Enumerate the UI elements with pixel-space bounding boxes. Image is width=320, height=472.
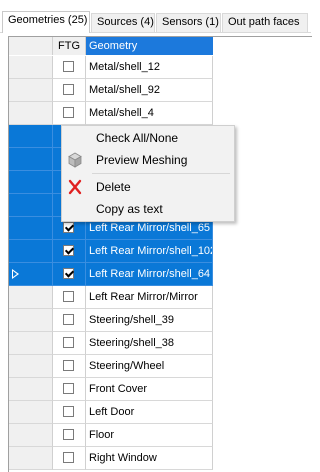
ftg-cell — [53, 355, 86, 378]
row-header-cell[interactable] — [9, 401, 53, 424]
table-row[interactable]: Floor — [9, 424, 312, 447]
ftg-cell — [53, 263, 86, 286]
row-header-cell[interactable] — [9, 240, 53, 263]
geometry-cell[interactable]: Left Door — [86, 401, 213, 424]
geometry-cell[interactable]: Steering/shell_39 — [86, 309, 213, 332]
ftg-cell — [53, 56, 86, 79]
ftg-checkbox[interactable] — [63, 61, 74, 72]
table-row[interactable]: Front Cover — [9, 378, 312, 401]
context-menu: Check All/None Preview Meshing Delete Co… — [61, 125, 235, 222]
delete-x-icon — [68, 179, 82, 195]
menu-item-label: Preview Meshing — [96, 153, 188, 167]
table-row[interactable]: Left Door — [9, 401, 312, 424]
geometry-cell[interactable]: Metal/shell_92 — [86, 79, 213, 102]
ftg-cell — [53, 79, 86, 102]
tab-sensors[interactable]: Sensors (1) — [156, 13, 221, 32]
geometry-cell[interactable]: Steering/Wheel — [86, 355, 213, 378]
ftg-checkbox[interactable] — [63, 360, 74, 371]
menu-item-delete[interactable]: Delete — [62, 176, 234, 198]
menu-item-label: Check All/None — [96, 131, 179, 145]
geometry-cell[interactable]: Metal/shell_4 — [86, 102, 213, 125]
table-row[interactable]: Metal/shell_4 — [9, 102, 312, 125]
ftg-checkbox[interactable] — [63, 291, 74, 302]
menu-item-label: Delete — [96, 180, 131, 194]
table-row[interactable]: Steering/shell_39 — [9, 309, 312, 332]
geometry-cell[interactable]: Steering/shell_38 — [86, 332, 213, 355]
grid-header: FTG Geometry — [9, 37, 312, 55]
ftg-checkbox[interactable] — [63, 245, 74, 256]
ftg-cell — [53, 309, 86, 332]
ftg-cell — [53, 240, 86, 263]
table-row[interactable]: Metal/shell_92 — [9, 79, 312, 102]
row-header-cell[interactable] — [9, 424, 53, 447]
row-header-cell[interactable] — [9, 217, 53, 240]
row-header-cell[interactable] — [9, 102, 53, 125]
ftg-checkbox[interactable] — [63, 84, 74, 95]
ftg-cell — [53, 286, 86, 309]
ftg-cell — [53, 424, 86, 447]
row-header-cell[interactable] — [9, 263, 53, 286]
current-row-arrow-icon — [12, 269, 19, 279]
table-row[interactable]: Left Rear Mirror/shell_102 — [9, 240, 312, 263]
geometry-grid[interactable]: FTG Geometry Metal/shell_12 Metal/shell_9… — [8, 36, 312, 472]
geometry-cell[interactable]: Left Rear Mirror/shell_102 — [86, 240, 213, 263]
table-row[interactable]: Right Window — [9, 447, 312, 470]
tab-out-path-faces[interactable]: Out path faces — [222, 13, 308, 32]
menu-item-label: Copy as text — [96, 202, 163, 216]
ftg-checkbox[interactable] — [63, 406, 74, 417]
table-row[interactable]: Left Rear Mirror/Mirror — [9, 286, 312, 309]
ftg-checkbox[interactable] — [63, 337, 74, 348]
menu-item-check-all-none[interactable]: Check All/None — [62, 127, 234, 149]
geometry-cell[interactable]: Metal/shell_12 — [86, 56, 213, 79]
ftg-checkbox[interactable] — [63, 107, 74, 118]
column-header-ftg[interactable]: FTG — [53, 37, 86, 55]
geometry-cell[interactable]: Right Window — [86, 447, 213, 470]
geometry-cell[interactable]: Front Cover — [86, 378, 213, 401]
tab-sources[interactable]: Sources (4) — [91, 13, 155, 32]
geometry-cell[interactable]: Left Rear Mirror/shell_64 — [86, 263, 213, 286]
row-header-cell[interactable] — [9, 309, 53, 332]
row-header-cell[interactable] — [9, 332, 53, 355]
row-header-cell[interactable] — [9, 125, 53, 148]
ftg-cell — [53, 102, 86, 125]
ftg-cell — [53, 332, 86, 355]
ftg-cell — [53, 378, 86, 401]
geometry-cell[interactable]: Floor — [86, 424, 213, 447]
row-header-cell[interactable] — [9, 148, 53, 171]
row-header-cell[interactable] — [9, 286, 53, 309]
table-row[interactable]: Steering/Wheel — [9, 355, 312, 378]
row-header-column[interactable] — [9, 37, 53, 55]
tab-strip: Geometries (25) Sources (4) Sensors (1) … — [0, 0, 311, 33]
table-row[interactable]: Left Rear Mirror/shell_64 — [9, 263, 312, 286]
menu-item-copy-as-text[interactable]: Copy as text — [62, 198, 234, 220]
table-row[interactable]: Steering/shell_38 — [9, 332, 312, 355]
row-header-cell[interactable] — [9, 447, 53, 470]
row-header-cell[interactable] — [9, 194, 53, 217]
ftg-cell — [53, 401, 86, 424]
ftg-checkbox[interactable] — [63, 222, 74, 233]
ftg-checkbox[interactable] — [63, 383, 74, 394]
menu-separator — [92, 173, 230, 174]
row-header-cell[interactable] — [9, 171, 53, 194]
row-header-cell[interactable] — [9, 79, 53, 102]
geometry-cell[interactable]: Left Rear Mirror/Mirror — [86, 286, 213, 309]
ftg-checkbox[interactable] — [63, 314, 74, 325]
column-header-geometry[interactable]: Geometry — [86, 37, 213, 55]
row-header-cell[interactable] — [9, 378, 53, 401]
tab-geometries[interactable]: Geometries (25) — [2, 11, 90, 33]
ftg-checkbox[interactable] — [63, 268, 74, 279]
ftg-checkbox[interactable] — [63, 429, 74, 440]
ftg-cell — [53, 447, 86, 470]
ftg-checkbox[interactable] — [63, 452, 74, 463]
row-header-cell[interactable] — [9, 355, 53, 378]
row-header-cell[interactable] — [9, 56, 53, 79]
menu-item-preview-meshing[interactable]: Preview Meshing — [62, 149, 234, 171]
table-row[interactable]: Metal/shell_12 — [9, 56, 312, 79]
cube-icon — [68, 152, 82, 168]
